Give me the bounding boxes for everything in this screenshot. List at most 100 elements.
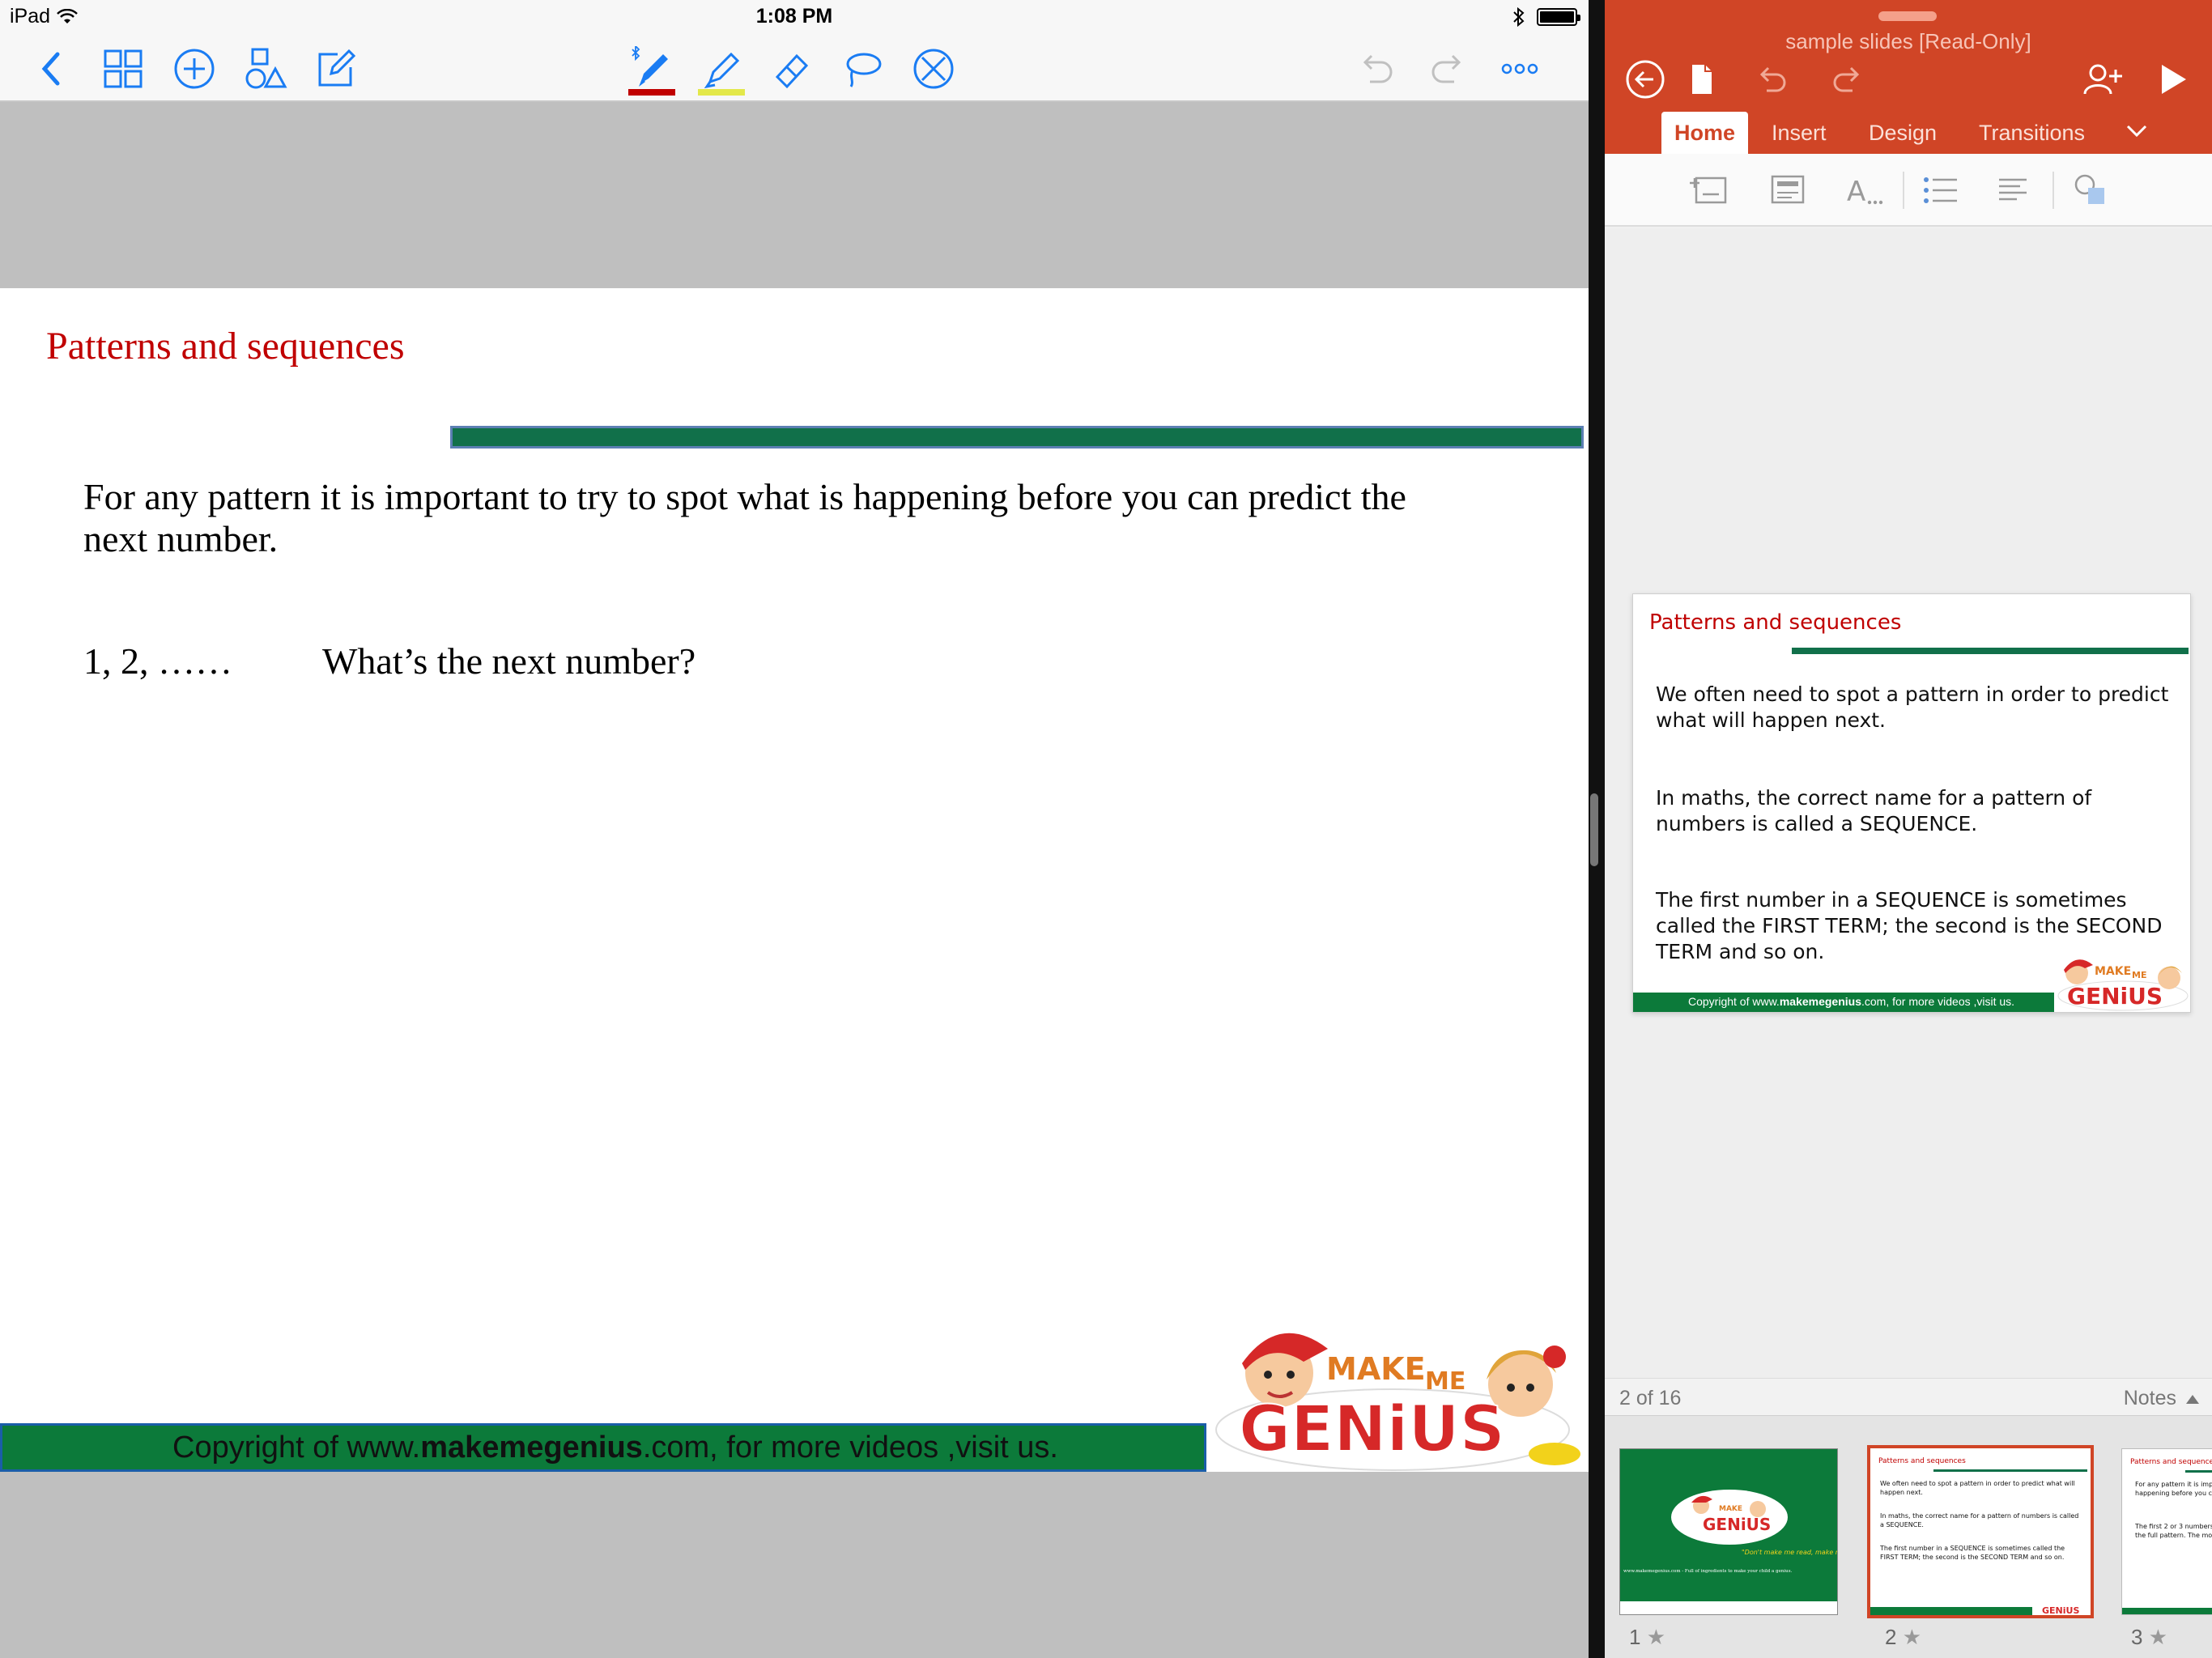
slide-footer-bar: Copyright of www.makemegenius.com, for m… bbox=[0, 1423, 1206, 1472]
ppt-title-underline bbox=[1792, 648, 2189, 654]
ppt-status-row: 2 of 16 Notes bbox=[1605, 1378, 2212, 1415]
current-slide-preview[interactable]: Patterns and sequences We often need to … bbox=[1632, 593, 2191, 1013]
play-slideshow-button[interactable] bbox=[2147, 55, 2196, 104]
ppt-slide-title: Patterns and sequences bbox=[1649, 610, 1902, 635]
ppt-logo-me: ME bbox=[2132, 970, 2146, 980]
chevron-down-icon bbox=[2126, 125, 2147, 138]
ppt-paragraph-1: We often need to spot a pattern in order… bbox=[1656, 682, 2169, 732]
new-slide-icon bbox=[1690, 176, 1727, 204]
layout-button[interactable] bbox=[1765, 170, 1810, 210]
ppt-undo-button[interactable] bbox=[1749, 55, 1797, 104]
shapes-insert-button[interactable] bbox=[2068, 170, 2113, 210]
thumb1-subline: www.makemegenius.com - Full of ingredien… bbox=[1623, 1569, 1793, 1574]
highlighter-tool-button[interactable] bbox=[693, 40, 750, 97]
home-ribbon: A bbox=[1605, 154, 2212, 227]
bluetooth-icon bbox=[1513, 6, 1525, 28]
notes-toggle[interactable]: Notes bbox=[2124, 1387, 2201, 1410]
font-format-button[interactable]: A bbox=[1841, 170, 1887, 210]
slide-thumbnail-3[interactable]: Patterns and sequences For any pattern i… bbox=[2121, 1448, 2212, 1615]
star-icon: ★ bbox=[1902, 1625, 1922, 1649]
thumbnail-2-number: 2 ★ bbox=[1885, 1625, 1921, 1650]
star-icon: ★ bbox=[1646, 1625, 1666, 1649]
new-slide-button[interactable] bbox=[1686, 170, 1731, 210]
back-to-files-button[interactable] bbox=[1621, 55, 1670, 104]
slide-over-grabber[interactable] bbox=[1878, 11, 1937, 21]
more-options-button[interactable] bbox=[1491, 40, 1548, 97]
logo-me: ME bbox=[1425, 1367, 1465, 1396]
thumb1-logo-make: MAKE bbox=[1719, 1505, 1742, 1513]
next-number-question: What’s the next number? bbox=[322, 640, 696, 682]
undo-button[interactable] bbox=[1348, 40, 1405, 97]
thumbnail-3-number: 3 ★ bbox=[2131, 1625, 2167, 1650]
slide-paragraph: For any pattern it is important to try t… bbox=[83, 476, 1406, 559]
align-left-icon bbox=[1999, 178, 2027, 201]
tab-insert[interactable]: Insert bbox=[1759, 112, 1840, 154]
back-button[interactable] bbox=[24, 40, 81, 97]
bullets-button[interactable] bbox=[1917, 170, 1963, 210]
file-menu-button[interactable] bbox=[1678, 55, 1726, 104]
tab-design[interactable]: Design bbox=[1856, 112, 1950, 154]
copyright-text: Copyright of www.makemegenius.com, for m… bbox=[172, 1431, 1058, 1465]
status-right bbox=[1512, 6, 1580, 28]
align-text-button[interactable] bbox=[1990, 170, 2035, 210]
pen-tool-button[interactable] bbox=[623, 40, 680, 97]
ppt-copyright-text: Copyright of www.makemegenius.com, for m… bbox=[1688, 995, 2014, 1008]
title-underline-bar bbox=[450, 426, 1584, 449]
undo-icon bbox=[1363, 54, 1393, 83]
eraser-tool-button[interactable] bbox=[764, 40, 820, 97]
ellipsis-icon bbox=[1501, 63, 1538, 74]
thumb2-p1: We often need to spot a pattern in order… bbox=[1880, 1480, 2075, 1496]
clock: 1:08 PM bbox=[755, 5, 833, 28]
ppt-logo-make: MAKE bbox=[2095, 965, 2131, 978]
slide-canvas[interactable]: Patterns and sequences For any pattern i… bbox=[0, 288, 1589, 1472]
thumb3-content: Patterns and sequences For any pattern i… bbox=[2122, 1458, 2212, 1614]
makemegenius-logo: MAKE ME GENiUS bbox=[1215, 1333, 1580, 1471]
share-button[interactable] bbox=[2078, 55, 2127, 104]
compose-icon bbox=[318, 49, 356, 87]
eraser-icon bbox=[775, 53, 809, 89]
bluetooth-pen-icon bbox=[632, 46, 668, 87]
plus-circle-icon bbox=[174, 49, 215, 89]
annotation-app: iPad 1:08 PM Patterns and sequences For … bbox=[0, 0, 1589, 1658]
laser-pointer-button[interactable] bbox=[905, 40, 962, 97]
thumb2-p3: The first number in a SEQUENCE is someti… bbox=[1880, 1545, 2065, 1561]
thumb2-content: Patterns and sequences We often need to … bbox=[1870, 1457, 2087, 1615]
redo-icon bbox=[1431, 54, 1461, 83]
slide-title: Patterns and sequences bbox=[46, 325, 405, 368]
status-bar: iPad 1:08 PM bbox=[0, 0, 1589, 36]
thumb3-p1: For any pattern it is important to try t… bbox=[2135, 1481, 2212, 1497]
ppt-logo-genius: GENiUS bbox=[2067, 983, 2163, 1010]
text-edit-button[interactable] bbox=[308, 40, 364, 97]
ribbon-separator bbox=[1903, 172, 1904, 209]
thumb3-title: Patterns and sequences bbox=[2130, 1458, 2212, 1466]
play-icon bbox=[2162, 65, 2186, 94]
slide-thumbnail-2[interactable]: Patterns and sequences We often need to … bbox=[1867, 1445, 2094, 1618]
shapes-icon bbox=[2074, 174, 2104, 204]
ppt-redo-button[interactable] bbox=[1822, 55, 1870, 104]
thumb1-num: 1 bbox=[1629, 1625, 1641, 1649]
powerpoint-header: sample slides [Read-Only] Home Insert De… bbox=[1605, 0, 2212, 154]
tab-transitions[interactable]: Transitions bbox=[1966, 112, 2098, 154]
slide-thumbnail-1[interactable]: GENiUS MAKE "Don't make me read, make me… bbox=[1619, 1448, 1838, 1615]
ppt-copyright-suffix: .com, for more videos ,visit us. bbox=[1861, 995, 2015, 1008]
redo-button[interactable] bbox=[1419, 40, 1476, 97]
slide-thumbnail-strip: GENiUS MAKE "Don't make me read, make me… bbox=[1605, 1415, 2212, 1658]
copyright-prefix: Copyright of www. bbox=[172, 1431, 421, 1465]
ppt-slide-footer: Copyright of www.makemegenius.com, for m… bbox=[1633, 993, 2054, 1012]
shapes-button[interactable] bbox=[237, 40, 294, 97]
thumb2-title: Patterns and sequences bbox=[1878, 1457, 1966, 1465]
pen-color-indicator bbox=[628, 89, 675, 96]
bullet-list-icon bbox=[1924, 177, 1957, 203]
pages-grid-button[interactable] bbox=[95, 40, 151, 97]
canvas-margin-top bbox=[0, 104, 1589, 288]
ribbon-expand-button[interactable] bbox=[2112, 115, 2162, 157]
logo-make: MAKE bbox=[1326, 1351, 1426, 1387]
thumb1-logo-genius: GENiUS bbox=[1703, 1515, 1771, 1534]
thumb2-num: 2 bbox=[1885, 1625, 1897, 1649]
tab-home[interactable]: Home bbox=[1661, 112, 1749, 154]
document-title: sample slides [Read-Only] bbox=[1785, 29, 2031, 53]
add-page-button[interactable] bbox=[166, 40, 223, 97]
copyright-brand: makemegenius bbox=[420, 1431, 643, 1465]
split-view-handle[interactable] bbox=[1590, 793, 1598, 866]
lasso-tool-button[interactable] bbox=[834, 40, 891, 97]
